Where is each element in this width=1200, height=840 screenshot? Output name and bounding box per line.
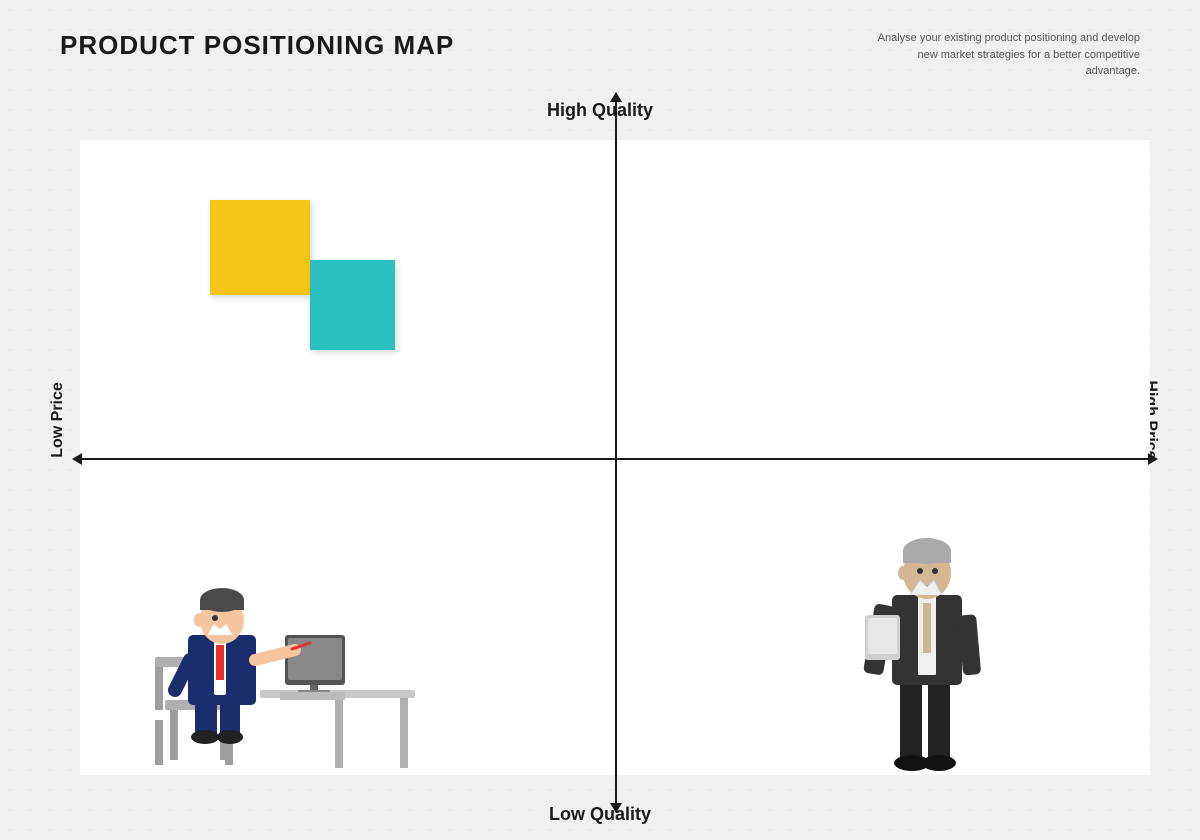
axis-label-top: High Quality <box>547 100 653 121</box>
chart-area <box>80 140 1150 775</box>
header: PRODUCT POSITIONING MAP Analyse your exi… <box>60 30 1140 80</box>
axis-label-left: Low Price <box>49 382 67 458</box>
teal-sticky-note[interactable] <box>310 260 395 350</box>
axis-label-bottom: Low Quality <box>549 804 651 825</box>
page-title: PRODUCT POSITIONING MAP <box>60 30 454 61</box>
vertical-axis <box>615 100 617 805</box>
page-subtitle: Analyse your existing product positionin… <box>860 30 1140 80</box>
person-standing-figure <box>860 485 1020 775</box>
person-sitting-figure <box>140 505 420 775</box>
yellow-sticky-note[interactable] <box>210 200 310 295</box>
